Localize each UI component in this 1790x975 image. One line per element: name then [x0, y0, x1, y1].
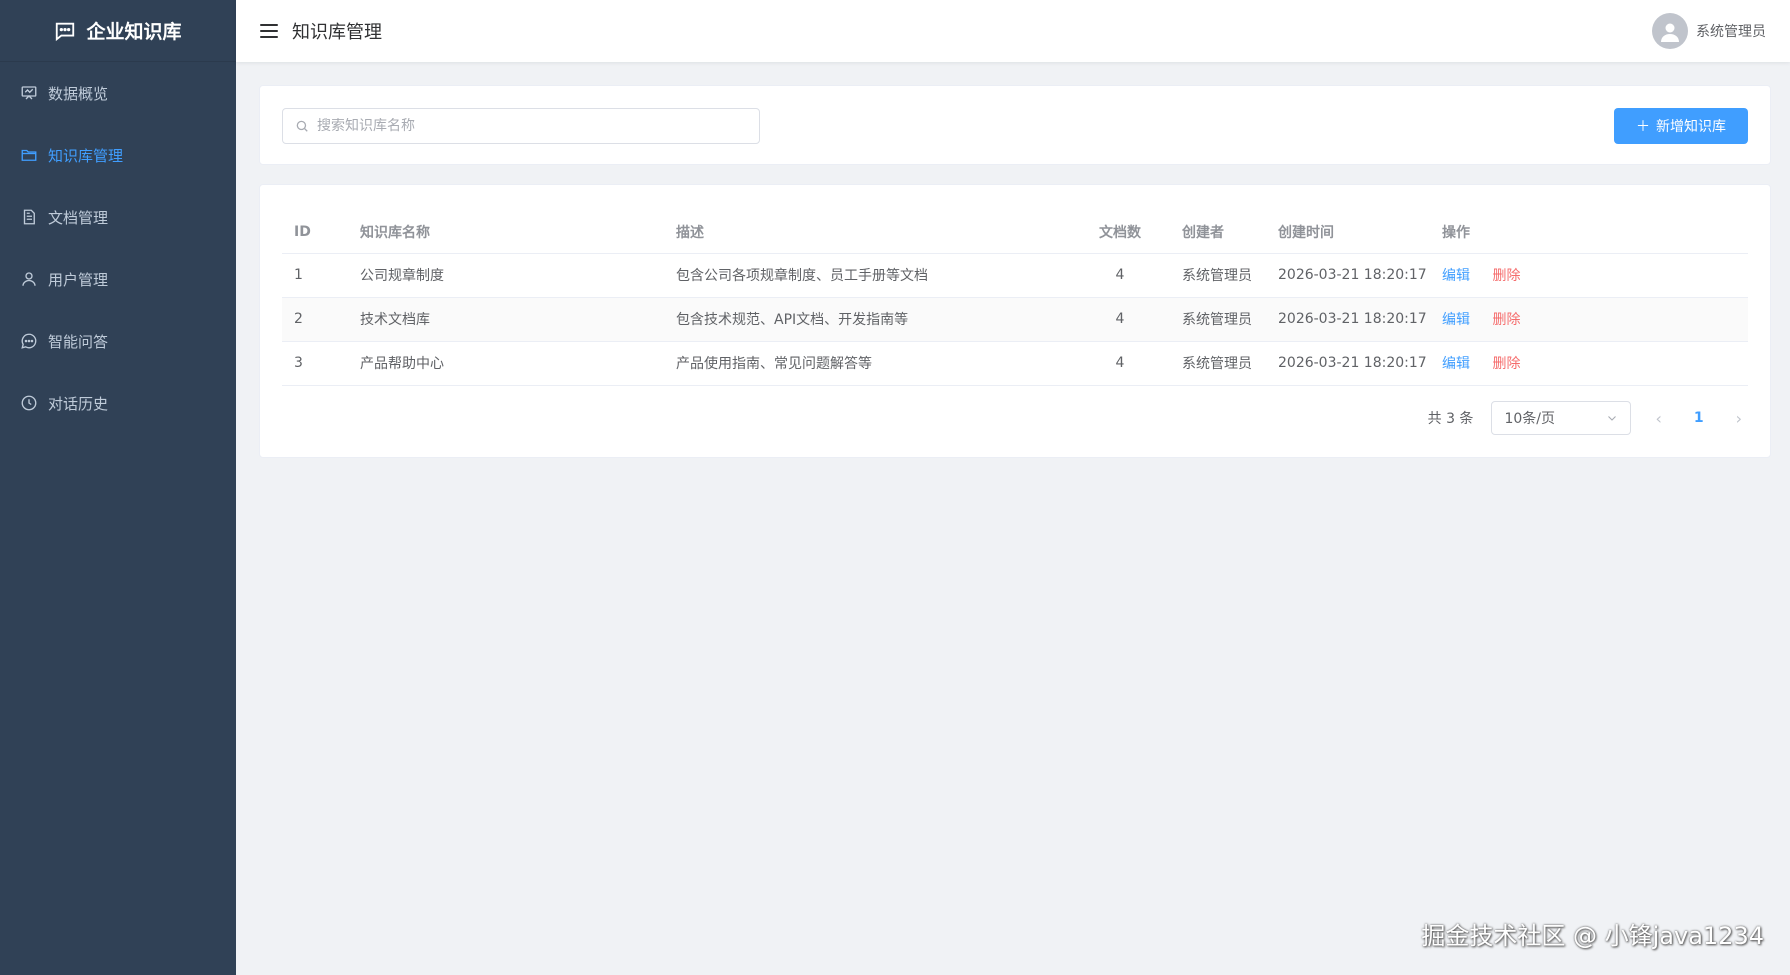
- top-header: 知识库管理 系统管理员: [236, 0, 1790, 62]
- delete-link[interactable]: 删除: [1492, 312, 1520, 328]
- document-icon: [23, 209, 35, 225]
- sidebar-item-qa[interactable]: 智能问答: [0, 310, 236, 372]
- column-header-creator: 创建者: [1170, 211, 1266, 254]
- sidebar-menu: 数据概览 知识库管理 文档管理 用户管理 智能问答 对话历史: [0, 62, 236, 434]
- cell-description: 产品使用指南、常见问题解答等: [664, 341, 1070, 386]
- brand-title: 企业知识库: [86, 21, 182, 43]
- sidebar-item-dashboard[interactable]: 数据概览: [0, 62, 236, 124]
- user-icon: [22, 272, 36, 286]
- edit-link[interactable]: 编辑: [1442, 312, 1470, 328]
- table-header-row: ID 知识库名称 描述 文档数 创建者 创建时间 操作: [282, 211, 1748, 254]
- column-header-description: 描述: [664, 211, 1070, 254]
- cell-actions: 编辑 删除: [1430, 297, 1748, 342]
- clock-icon: [21, 395, 37, 411]
- user-avatar-icon: [1661, 23, 1679, 42]
- cell-doc-count: 4: [1070, 297, 1170, 342]
- cell-creator: 系统管理员: [1170, 341, 1266, 386]
- table-row: 3 产品帮助中心 产品使用指南、常见问题解答等 4 系统管理员 2026-03-…: [282, 341, 1748, 386]
- page-title: 知识库管理: [292, 22, 382, 43]
- search-input[interactable]: [317, 118, 737, 134]
- watermark: 掘金技术社区 @ 小锋java1234: [1421, 922, 1764, 950]
- cell-doc-count: 4: [1070, 253, 1170, 298]
- brand: 企业知识库: [0, 0, 236, 62]
- cell-created-at: 2026-03-21 18:20:17: [1266, 341, 1430, 386]
- folder-icon: [21, 149, 37, 161]
- search-icon: [296, 120, 308, 132]
- user-name: 系统管理员: [1696, 24, 1766, 40]
- chevron-down-icon: [1608, 416, 1617, 421]
- sidebar-item-documents[interactable]: 文档管理: [0, 186, 236, 248]
- table-row: 2 技术文档库 包含技术规范、API文档、开发指南等 4 系统管理员 2026-…: [282, 297, 1748, 342]
- column-header-created-at: 创建时间: [1266, 211, 1430, 254]
- column-header-doc-count: 文档数: [1070, 211, 1170, 254]
- cell-created-at: 2026-03-21 18:20:17: [1266, 297, 1430, 342]
- search-card: ＋ 新增知识库: [259, 85, 1771, 165]
- cell-name: 公司规章制度: [348, 253, 664, 298]
- cell-creator: 系统管理员: [1170, 297, 1266, 342]
- cell-id: 2: [282, 297, 348, 342]
- cell-name: 产品帮助中心: [348, 341, 664, 386]
- dashboard-icon: [21, 86, 37, 100]
- cell-id: 3: [282, 341, 348, 386]
- cell-actions: 编辑 删除: [1430, 253, 1748, 298]
- sidebar: 企业知识库 数据概览 知识库管理 文档管理 用户管理 智能问答 对话历史: [0, 0, 236, 975]
- user-menu[interactable]: 系统管理员: [1652, 13, 1766, 49]
- cell-actions: 编辑 删除: [1430, 341, 1748, 386]
- delete-link[interactable]: 删除: [1492, 356, 1520, 372]
- sidebar-item-label: 用户管理: [48, 270, 109, 289]
- column-header-name: 知识库名称: [348, 211, 664, 254]
- pagination-total: 共 3 条: [1427, 411, 1474, 427]
- sidebar-item-knowledge-base[interactable]: 知识库管理: [0, 124, 236, 186]
- cell-name: 技术文档库: [348, 297, 664, 342]
- table-row: 1 公司规章制度 包含公司各项规章制度、员工手册等文档 4 系统管理员 2026…: [282, 253, 1748, 298]
- edit-link[interactable]: 编辑: [1442, 268, 1470, 284]
- sidebar-item-label: 对话历史: [48, 394, 109, 413]
- sidebar-item-users[interactable]: 用户管理: [0, 248, 236, 310]
- chat-bubble-icon: [21, 333, 37, 349]
- prev-page-icon[interactable]: ‹: [1649, 409, 1667, 428]
- cell-creator: 系统管理员: [1170, 253, 1266, 298]
- avatar[interactable]: [1652, 13, 1688, 49]
- cell-created-at: 2026-03-21 18:20:17: [1266, 253, 1430, 298]
- cell-description: 包含技术规范、API文档、开发指南等: [664, 297, 1070, 342]
- cell-id: 1: [282, 253, 348, 298]
- cell-doc-count: 4: [1070, 341, 1170, 386]
- sidebar-item-history[interactable]: 对话历史: [0, 372, 236, 434]
- chat-icon: [56, 22, 75, 41]
- column-header-actions: 操作: [1430, 211, 1748, 254]
- knowledge-base-table: ID 知识库名称 描述 文档数 创建者 创建时间 操作 1 公司规章制度 包含公…: [282, 211, 1748, 386]
- menu-toggle-icon[interactable]: [260, 24, 278, 38]
- search-box[interactable]: [282, 108, 760, 144]
- pagination: 共 3 条 10条/页 ‹ 1 ›: [1428, 401, 1748, 435]
- page-number-current[interactable]: 1: [1686, 410, 1712, 426]
- add-knowledge-base-button[interactable]: ＋ 新增知识库: [1614, 108, 1748, 144]
- table-card: ID 知识库名称 描述 文档数 创建者 创建时间 操作 1 公司规章制度 包含公…: [259, 184, 1771, 458]
- sidebar-item-label: 知识库管理: [48, 146, 124, 165]
- cell-description: 包含公司各项规章制度、员工手册等文档: [664, 253, 1070, 298]
- page-size-select[interactable]: 10条/页: [1491, 401, 1632, 435]
- add-button-label: 新增知识库: [1656, 119, 1726, 135]
- plus-icon: ＋: [1636, 119, 1650, 135]
- edit-link[interactable]: 编辑: [1442, 356, 1470, 372]
- sidebar-item-label: 文档管理: [48, 208, 109, 227]
- next-page-icon[interactable]: ›: [1730, 409, 1748, 428]
- column-header-id: ID: [282, 211, 348, 254]
- sidebar-item-label: 智能问答: [48, 332, 109, 351]
- sidebar-item-label: 数据概览: [48, 84, 109, 103]
- page-size-value: 10条/页: [1504, 411, 1555, 427]
- delete-link[interactable]: 删除: [1492, 268, 1520, 284]
